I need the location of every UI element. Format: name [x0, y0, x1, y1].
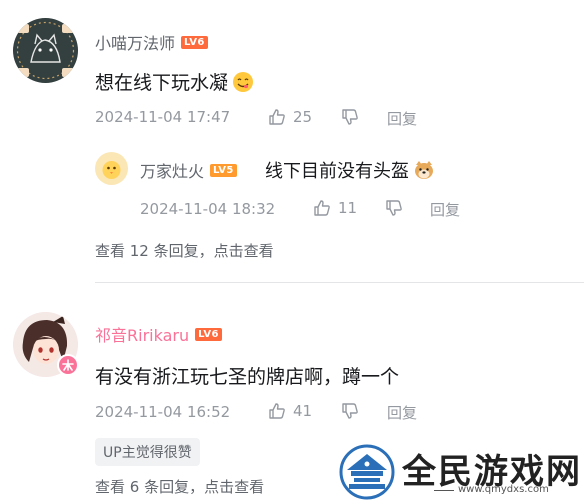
reply-username[interactable]: 万家灶火: [140, 158, 204, 182]
comment-time: 2024-11-04 16:52: [95, 403, 231, 421]
reply-button[interactable]: 回复: [430, 199, 460, 220]
vip-badge: [57, 354, 79, 376]
yummy-emoji-icon: [233, 71, 254, 92]
dislike-button[interactable]: [340, 107, 360, 131]
divider: [95, 282, 584, 283]
like-button[interactable]: 41: [267, 401, 312, 421]
thumbs-up-icon: [269, 403, 285, 419]
reply-button: 回复: [387, 404, 418, 422]
level-badge: LV6: [181, 35, 208, 49]
watermark-logo-icon: [339, 444, 395, 500]
username[interactable]: 祁音Ririkaru: [95, 322, 189, 346]
watermark-url: www.qmydxs.com: [458, 484, 549, 495]
view-replies-link[interactable]: 查看 12 条回复，点击查看: [95, 240, 274, 261]
comment-text: 有没有浙江玩七圣的牌店啊，蹲一个: [95, 366, 400, 388]
watermark: 全民游戏网 www.qmydxs.com: [336, 440, 584, 503]
like-button[interactable]: 11: [312, 198, 357, 218]
reply-avatar[interactable]: [95, 152, 128, 185]
view-replies-link[interactable]: 查看 6 条回复，点击查看: [95, 476, 264, 497]
dislike-button[interactable]: [384, 198, 404, 222]
reply-time: 2024-11-04 18:32: [140, 200, 276, 218]
like-count: 11: [338, 199, 358, 217]
level-badge: LV6: [195, 327, 222, 341]
level-badge: LV5: [210, 163, 237, 177]
doge-emoji-icon: [415, 161, 433, 179]
reply-button[interactable]: 回复: [387, 108, 417, 129]
username[interactable]: 小喵万法师: [95, 30, 175, 54]
thumbs-up-icon: [269, 109, 285, 125]
like-count: 41: [293, 402, 313, 420]
like-count: 25: [293, 108, 313, 126]
watermark-rule: [434, 490, 454, 491]
avatar-chick-icon: [95, 152, 128, 185]
like-button[interactable]: 25: [267, 107, 312, 127]
avatar[interactable]: [13, 18, 78, 83]
comment-time: 2024-11-04 17:47: [95, 108, 231, 126]
thumbs-down-icon: [342, 403, 358, 419]
thumbs-down-icon: [386, 200, 402, 216]
thumbs-down-icon: [342, 109, 358, 125]
comment-text: 想在线下玩水凝: [95, 72, 229, 94]
vip-icon: [62, 359, 74, 371]
dislike-button[interactable]: [340, 401, 360, 425]
up-liked-badge: UP主觉得很赞: [95, 438, 200, 466]
avatar-cat-drawing-icon: [13, 18, 78, 83]
thumbs-up-icon: [314, 200, 330, 216]
reply-text: 线下目前没有头盔: [265, 161, 409, 182]
